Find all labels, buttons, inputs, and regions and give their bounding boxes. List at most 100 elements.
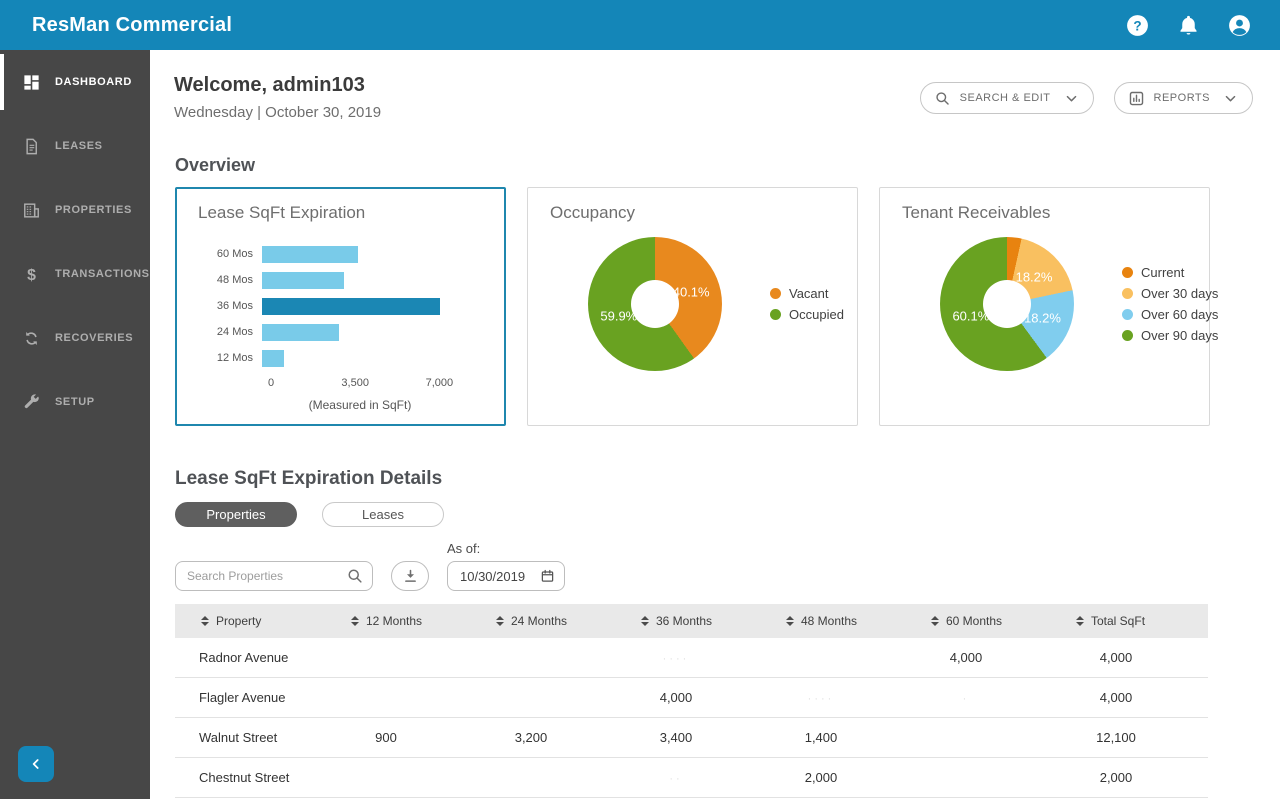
total-cell: 12,100 <box>1096 730 1136 745</box>
sidebar-item-properties[interactable]: PROPERTIES <box>0 178 150 242</box>
search-icon <box>348 569 362 583</box>
bar-category-label: 12 Mos <box>216 352 253 364</box>
search-properties-input[interactable] <box>175 561 373 591</box>
table-row[interactable]: Walnut Street 900 3,200 3,400 1,400 12,100 <box>175 718 1208 758</box>
occupancy-donut-chart: 40.1% 59.9% <box>588 237 722 371</box>
legend-color-dot <box>1122 267 1133 278</box>
m12-cell <box>351 770 496 785</box>
sidebar-item-label: PROPERTIES <box>55 204 132 216</box>
legend-item: Vacant <box>770 286 844 301</box>
search-edit-dropdown[interactable]: SEARCH & EDIT <box>919 82 1094 114</box>
card-title: Tenant Receivables <box>902 203 1051 222</box>
occupancy-card[interactable]: Occupancy 40.1% 59.9% Vacant Occupied <box>527 187 858 426</box>
column-header-12-months[interactable]: 12 Months <box>351 614 496 628</box>
column-header-48-months[interactable]: 48 Months <box>786 614 931 628</box>
m12-cell <box>351 690 496 705</box>
sidebar-item-transactions[interactable]: $ TRANSACTIONS <box>0 242 150 306</box>
reports-dropdown[interactable]: REPORTS <box>1113 82 1253 114</box>
dashboard-icon <box>24 74 39 90</box>
column-header-label: 60 Months <box>946 614 1003 628</box>
table-row[interactable]: Radnor Avenue ···· 4,000 4,000 <box>175 638 1208 678</box>
download-icon <box>404 569 416 582</box>
column-header-36-months[interactable]: 36 Months <box>641 614 786 628</box>
sidebar-item-dashboard[interactable]: DASHBOARD <box>0 50 150 114</box>
tab-leases[interactable]: Leases <box>322 502 444 527</box>
bar-track <box>262 349 440 367</box>
details-section-title: Lease SqFt Expiration Details <box>175 468 443 489</box>
lease-expiration-table: Property 12 Months 24 Months 36 Months 48 Mo… <box>175 604 1208 798</box>
card-title: Occupancy <box>550 203 636 222</box>
bar-track <box>262 271 440 289</box>
bar <box>262 349 284 367</box>
bar <box>262 323 339 341</box>
bar-chart-caption: (Measured in SqFt) <box>308 398 412 412</box>
sidebar-item-recoveries[interactable]: RECOVERIES <box>0 306 150 370</box>
sort-icon <box>1076 616 1084 626</box>
tenant-receivables-legend: Current Over 30 days Over 60 days Over 90 d… <box>1122 265 1218 343</box>
sidebar-item-label: TRANSACTIONS <box>55 268 150 280</box>
table-header-row: Property 12 Months 24 Months 36 Months 48 Mo… <box>175 604 1208 638</box>
column-header-label: Total SqFt <box>1091 614 1146 628</box>
slice-percentage-label: 59.9% <box>600 308 638 324</box>
bar-row: 36 Mos <box>196 293 485 319</box>
legend-item: Over 30 days <box>1122 286 1218 301</box>
table-body: Radnor Avenue ···· 4,000 4,000 Flagler Avenu… <box>175 638 1208 798</box>
column-header-60-months[interactable]: 60 Months <box>931 614 1076 628</box>
tenant-receivables-card[interactable]: Tenant Receivables 18.2% 18.2% 60.1% Curre… <box>879 187 1218 426</box>
sort-icon <box>496 616 504 626</box>
download-button[interactable] <box>391 561 429 591</box>
x-axis-tick: 3,500 <box>341 377 369 389</box>
slice-percentage-label: 18.2% <box>1024 310 1061 326</box>
help-icon[interactable]: ? <box>1125 13 1150 38</box>
placeholder-dots: ·· <box>669 773 683 785</box>
m36-cell: 4,000 <box>659 690 693 705</box>
bar <box>262 297 440 315</box>
notifications-icon[interactable] <box>1176 13 1201 38</box>
legend-color-dot <box>1122 330 1133 341</box>
table-row[interactable]: Chestnut Street ·· 2,000 2,000 <box>175 758 1208 798</box>
bar <box>262 271 344 289</box>
as-of-date-input[interactable] <box>460 568 532 584</box>
sidebar-item-label: SETUP <box>55 396 95 408</box>
column-header-label: 24 Months <box>511 614 568 628</box>
m48-cell: 1,400 <box>804 730 838 745</box>
lease-sqft-expiration-card[interactable]: Lease SqFt Expiration 60 Mos 48 Mos 36 Mos… <box>175 187 506 426</box>
m24-cell <box>496 770 641 785</box>
recoveries-icon <box>26 331 37 345</box>
sort-icon <box>931 616 939 626</box>
bar-track <box>262 323 440 341</box>
sidebar-item-leases[interactable]: LEASES <box>0 114 150 178</box>
calendar-icon <box>541 569 554 582</box>
m12-cell: 900 <box>375 730 397 745</box>
m60-cell: · <box>931 690 1076 705</box>
table-row[interactable]: Flagler Avenue 4,000 ···· · 4,000 <box>175 678 1208 718</box>
bar-row: 24 Mos <box>196 319 485 345</box>
account-icon[interactable] <box>1227 13 1252 38</box>
m24-cell <box>496 690 641 705</box>
tab-properties[interactable]: Properties <box>175 502 297 527</box>
property-name-cell: Chestnut Street <box>199 770 290 785</box>
legend-item: Current <box>1122 265 1218 280</box>
m36-cell: ·· <box>641 770 786 785</box>
sort-icon <box>351 616 359 626</box>
column-header-24-months[interactable]: 24 Months <box>496 614 641 628</box>
bar-row: 12 Mos <box>196 345 485 371</box>
sidebar-item-setup[interactable]: SETUP <box>0 370 150 434</box>
top-bar: ResMan Commercial ? <box>0 0 1280 50</box>
date-picker[interactable] <box>447 561 565 591</box>
total-cell: 2,000 <box>1099 770 1133 785</box>
legend-item: Over 60 days <box>1122 307 1218 322</box>
column-header-property[interactable]: Property <box>175 614 351 628</box>
welcome-title: Welcome, admin103 <box>174 74 365 96</box>
chevron-left-icon <box>32 759 39 769</box>
column-header-total-sqft[interactable]: Total SqFt <box>1076 614 1208 628</box>
m48-cell: ···· <box>786 690 931 705</box>
legend-label: Vacant <box>789 286 829 301</box>
sidebar-collapse-button[interactable] <box>18 746 54 782</box>
bar-category-label: 24 Mos <box>216 326 253 338</box>
legend-label: Over 30 days <box>1141 286 1219 301</box>
search-icon <box>935 91 949 105</box>
m60-cell <box>931 770 1076 785</box>
table-controls: As of: <box>175 541 1280 591</box>
legend-label: Over 60 days <box>1141 307 1219 322</box>
